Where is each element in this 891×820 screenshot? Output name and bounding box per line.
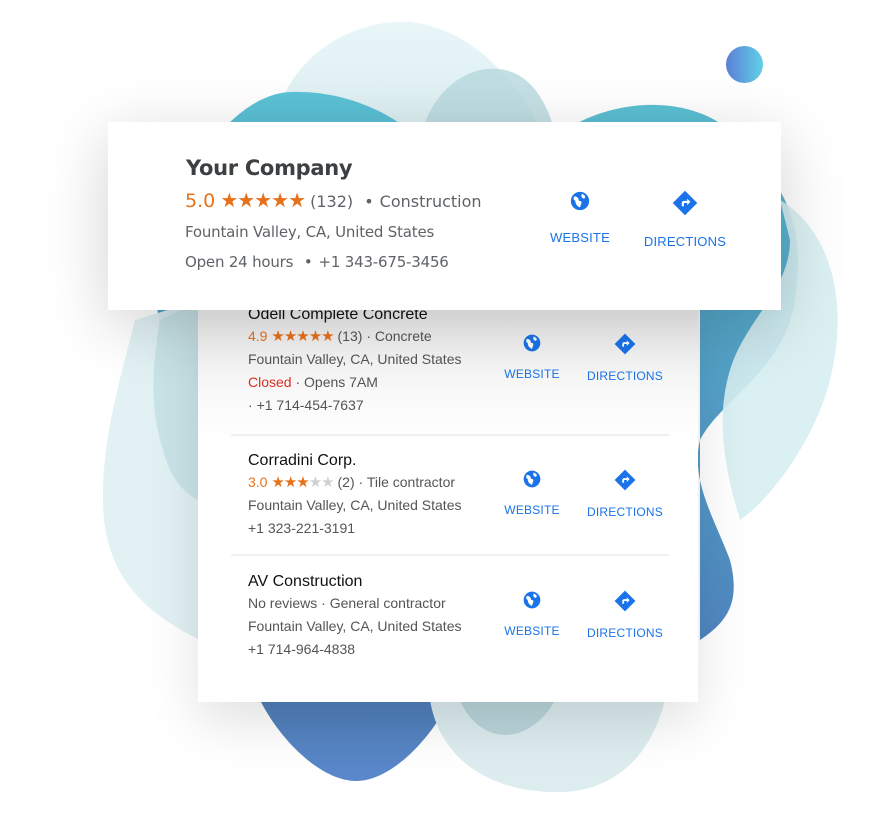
star-icon: ★ — [296, 474, 309, 491]
directions-label: DIRECTIONS — [643, 234, 727, 249]
listing-actions: WEBSITE DIRECTIONS — [498, 590, 668, 680]
company-phone: +1 343-675-3456 — [318, 253, 449, 271]
separator: · — [295, 374, 301, 390]
star-rating: ★★★★★ — [220, 188, 310, 212]
star-icon: ★ — [271, 474, 284, 491]
listing-phone: +1 714-454-7637 — [256, 397, 364, 413]
globe-icon — [523, 334, 541, 352]
no-reviews-text: No reviews — [248, 595, 318, 611]
status-closed: Closed — [248, 374, 292, 390]
star-icon: ★ — [220, 188, 238, 212]
review-count[interactable]: (132) — [310, 192, 353, 211]
listing-address: Fountain Valley, CA, United States — [248, 497, 462, 513]
star-icon: ★ — [237, 188, 255, 212]
website-button[interactable]: WEBSITE — [487, 590, 577, 638]
star-rating: ★★★★★ — [271, 328, 337, 345]
star-empty-icon: ★ — [308, 474, 322, 491]
globe-icon — [523, 591, 541, 609]
directions-icon — [614, 590, 636, 612]
website-button[interactable]: WEBSITE — [487, 469, 577, 517]
website-label: WEBSITE — [504, 367, 560, 381]
featured-business-card[interactable]: Your Company 5.0 ★★★★★ (132) • Constructi… — [108, 122, 781, 310]
star-icon: ★ — [283, 474, 297, 491]
featured-actions: WEBSITE DIRECTIONS — [535, 190, 745, 280]
website-label: WEBSITE — [504, 624, 560, 638]
star-icon: ★ — [254, 188, 272, 212]
rating-value: 5.0 — [185, 190, 216, 212]
listing-phone: +1 714-964-4838 — [248, 641, 356, 657]
blob-bottom-blue — [260, 700, 450, 782]
directions-label: DIRECTIONS — [586, 626, 663, 640]
featured-rating-row: 5.0 ★★★★★ (132) • Construction — [185, 188, 482, 212]
star-rating: ★★★★★ — [271, 474, 337, 491]
directions-label: DIRECTIONS — [586, 369, 663, 383]
company-name[interactable]: Your Company — [186, 156, 353, 180]
review-count[interactable]: (2) — [338, 474, 355, 490]
directions-label: DIRECTIONS — [586, 505, 663, 519]
hours-phone-row: Open 24 hours • +1 343-675-3456 — [185, 253, 449, 271]
directions-icon — [672, 190, 698, 216]
globe-icon — [570, 191, 590, 211]
separator: · — [358, 474, 364, 490]
listing-info: AV Construction No reviews · General con… — [248, 572, 498, 661]
website-button[interactable]: WEBSITE — [535, 190, 625, 245]
listing-rating-row: 3.0 ★★★★★ (2) · Tile contractor — [248, 471, 498, 494]
listing-name[interactable]: AV Construction — [248, 572, 498, 592]
separator: · — [248, 397, 253, 413]
listing-divider — [231, 554, 669, 556]
star-icon: ★ — [288, 188, 306, 212]
directions-button[interactable]: DIRECTIONS — [640, 190, 730, 249]
directions-icon — [614, 469, 636, 491]
listing-divider — [231, 434, 669, 436]
listing-actions: WEBSITE DIRECTIONS — [498, 469, 668, 559]
category: Tile contractor — [366, 474, 456, 490]
local-results-card: Odell Complete Concrete 4.9 ★★★★★ (13) ·… — [198, 290, 698, 702]
listing-rating-row: 4.9 ★★★★★ (13) · Concrete — [248, 325, 498, 348]
separator: · — [366, 328, 371, 344]
hours: Open 24 hours — [185, 253, 294, 271]
company-address: Fountain Valley, CA, United States — [185, 223, 435, 241]
directions-button[interactable]: DIRECTIONS — [580, 333, 670, 383]
listing-phone-row: · +1 714-454-7637 — [248, 394, 498, 417]
directions-button[interactable]: DIRECTIONS — [580, 590, 670, 640]
directions-icon — [614, 333, 636, 355]
star-icon: ★ — [283, 328, 297, 345]
listing-info: Odell Complete Concrete 4.9 ★★★★★ (13) ·… — [248, 305, 498, 417]
category: Concrete — [374, 328, 432, 344]
globe-icon — [523, 470, 541, 488]
directions-button[interactable]: DIRECTIONS — [580, 469, 670, 519]
listing-phone: +1 323-221-3191 — [248, 520, 356, 536]
category: General contractor — [329, 595, 446, 611]
star-icon: ★ — [271, 188, 289, 212]
listing-name[interactable]: Corradini Corp. — [248, 451, 498, 471]
star-icon: ★ — [296, 328, 309, 345]
separator: • — [303, 253, 313, 271]
website-label: WEBSITE — [504, 503, 560, 517]
star-icon: ★ — [321, 328, 334, 345]
listing-info: Corradini Corp. 3.0 ★★★★★ (2) · Tile con… — [248, 451, 498, 540]
rating-value: 4.9 — [248, 328, 268, 344]
star-icon: ★ — [271, 328, 284, 345]
separator: • — [364, 192, 374, 211]
listing-address: Fountain Valley, CA, United States — [248, 351, 462, 367]
decorative-circle — [726, 46, 763, 83]
review-count[interactable]: (13) — [338, 328, 363, 344]
category: Construction — [379, 192, 482, 211]
opens-time: Opens 7AM — [304, 374, 378, 390]
website-label: WEBSITE — [550, 230, 610, 245]
blob-bottom-pale — [430, 700, 665, 793]
listing-actions: WEBSITE DIRECTIONS — [498, 333, 668, 423]
separator: · — [321, 595, 326, 611]
star-icon: ★ — [308, 328, 322, 345]
rating-value: 3.0 — [248, 474, 268, 490]
website-button[interactable]: WEBSITE — [487, 333, 577, 381]
listing-address: Fountain Valley, CA, United States — [248, 618, 462, 634]
listing-rating-row: No reviews · General contractor — [248, 592, 498, 615]
listing-hours: Closed · Opens 7AM — [248, 371, 498, 394]
star-empty-icon: ★ — [321, 474, 334, 491]
